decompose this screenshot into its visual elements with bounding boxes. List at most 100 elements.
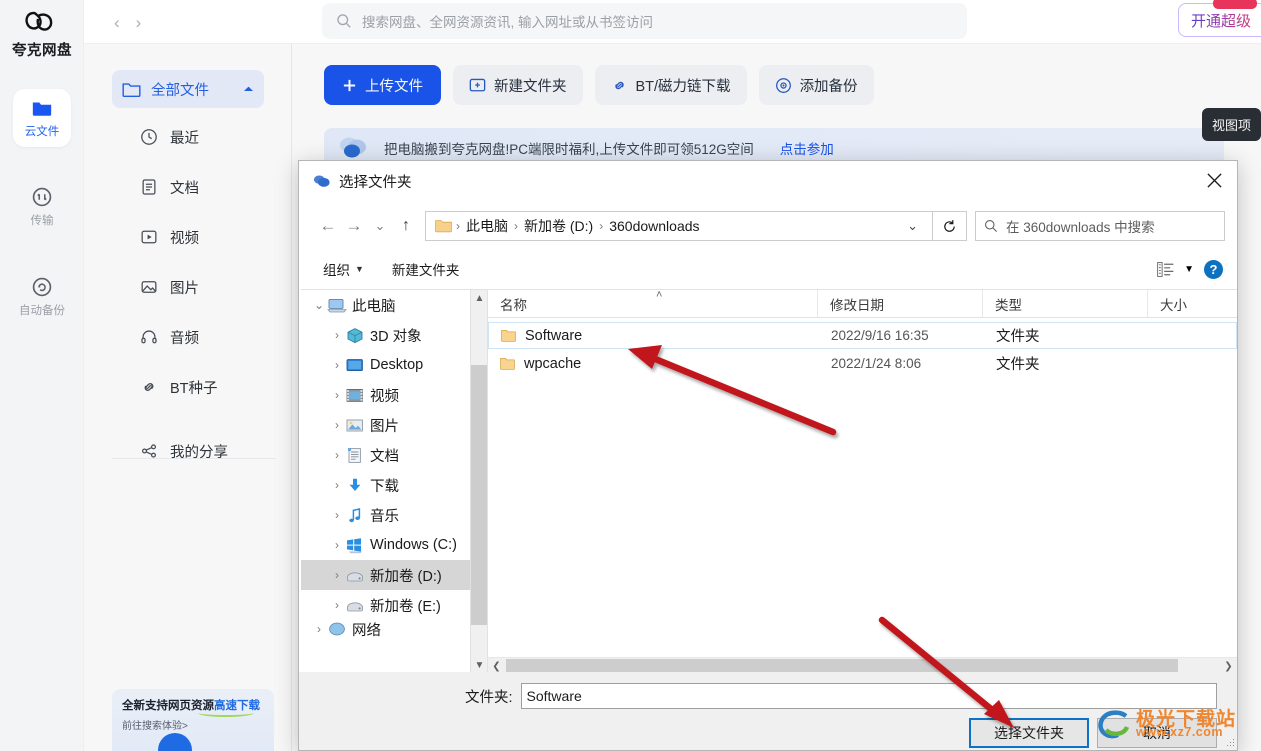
- sidebar-item-label: 我的分享: [170, 444, 228, 461]
- breadcrumb-item-2[interactable]: 360downloads: [604, 218, 704, 234]
- chevron-right-icon[interactable]: ›: [329, 388, 345, 402]
- sidebar-item-my-share[interactable]: 我的分享: [140, 434, 228, 468]
- chevron-right-icon[interactable]: ›: [329, 508, 345, 522]
- drive-icon: [347, 601, 363, 611]
- dialog-search-input[interactable]: 在 360downloads 中搜索: [975, 211, 1225, 241]
- column-header-size[interactable]: 大小: [1148, 290, 1228, 317]
- view-options: ▼ ?: [1157, 259, 1223, 279]
- nav-back-button[interactable]: ←: [315, 213, 341, 239]
- chevron-right-icon[interactable]: ›: [329, 418, 345, 432]
- sidebar-item-all-files[interactable]: 全部文件: [112, 70, 264, 108]
- sidebar-item-label: 最近: [170, 130, 199, 147]
- breadcrumb-item-1[interactable]: 新加卷 (D:): [519, 216, 598, 236]
- close-dialog-button[interactable]: [1191, 161, 1237, 199]
- column-header-modified[interactable]: 修改日期: [818, 290, 983, 317]
- file-type-cell: 文件夹: [996, 329, 1040, 345]
- tree-item[interactable]: › 图片: [301, 410, 487, 440]
- new-folder-button[interactable]: 新建文件夹: [453, 65, 583, 105]
- tree-scrollbar[interactable]: ▲ ▼: [470, 290, 487, 674]
- help-button[interactable]: ?: [1204, 259, 1223, 279]
- tree-item-label: 此电脑: [352, 298, 396, 315]
- view-dropdown-icon[interactable]: ▼: [1184, 264, 1194, 275]
- add-backup-button[interactable]: 添加备份: [758, 65, 874, 105]
- tree-item[interactable]: › Windows (C:): [301, 530, 487, 560]
- promo-card[interactable]: 全新支持网页资源高速下载 前往搜索体验>: [112, 689, 274, 751]
- global-search-input[interactable]: 搜索网盘、全网资源资讯, 输入网址或从书签访问: [322, 3, 967, 39]
- tree-item-label: 视频: [370, 388, 399, 405]
- view-list-icon[interactable]: [1157, 261, 1174, 277]
- nav-forward-button[interactable]: →: [341, 213, 367, 239]
- chevron-right-icon[interactable]: ›: [329, 598, 345, 612]
- chevron-right-icon[interactable]: ›: [311, 622, 327, 636]
- tree-item[interactable]: ⌄ 此电脑: [301, 290, 487, 320]
- dialog-buttons: 选择文件夹 取消: [969, 718, 1217, 748]
- tree-item-label: 文档: [370, 448, 399, 465]
- sidebar-item-video[interactable]: 视频: [140, 220, 199, 254]
- tree-item[interactable]: › 新加卷 (E:): [301, 590, 487, 620]
- sidebar-item-bt-seed[interactable]: BT种子: [140, 370, 218, 404]
- tree-item[interactable]: › 视频: [301, 380, 487, 410]
- column-header-name[interactable]: 名称 ˄: [488, 289, 818, 317]
- nav-recent-button[interactable]: ⌄: [367, 213, 393, 239]
- sidebar-item-image[interactable]: 图片: [140, 270, 199, 304]
- rail-label: 云文件: [24, 126, 60, 138]
- refresh-button[interactable]: [933, 211, 967, 241]
- tree-item[interactable]: › 文档: [301, 440, 487, 470]
- table-row[interactable]: Software 2022/9/16 16:35 文件夹: [488, 322, 1237, 349]
- column-label: 大小: [1160, 297, 1187, 313]
- file-name-cell: wpcache: [488, 356, 819, 372]
- chevron-right-icon[interactable]: ›: [329, 328, 345, 342]
- file-name-cell: Software: [489, 328, 819, 344]
- rail-item-auto-backup[interactable]: 自动备份: [13, 268, 71, 326]
- table-row[interactable]: wpcache 2022/1/24 8:06 文件夹: [488, 350, 1237, 377]
- nav-up-button[interactable]: ↑: [393, 213, 419, 239]
- file-rows: Software 2022/9/16 16:35 文件夹 wpcache 202…: [488, 318, 1237, 674]
- upgrade-vip-button[interactable]: 开通超级: [1177, 0, 1261, 37]
- upload-file-button[interactable]: 上传文件: [324, 65, 441, 105]
- promo-decoration: [158, 733, 192, 751]
- cancel-button[interactable]: 取消: [1097, 718, 1217, 748]
- tree-item-label: 网络: [352, 622, 381, 639]
- select-folder-button[interactable]: 选择文件夹: [969, 718, 1089, 748]
- bt-download-button[interactable]: BT/磁力链下载: [594, 65, 747, 105]
- breadcrumb-dropdown-icon[interactable]: ⌄: [899, 218, 926, 234]
- forward-button[interactable]: ›: [136, 14, 142, 31]
- tree-item[interactable]: › 网络: [301, 620, 487, 638]
- refresh-icon: [944, 219, 955, 232]
- rail-item-transfer[interactable]: 传输: [13, 178, 71, 236]
- scroll-up-button[interactable]: ▲: [471, 290, 487, 307]
- chevron-right-icon[interactable]: ›: [329, 538, 345, 552]
- chevron-up-icon[interactable]: [243, 85, 254, 93]
- sidebar-item-documents[interactable]: 文档: [140, 170, 199, 204]
- tree-item[interactable]: › 音乐: [301, 500, 487, 530]
- tree-item-label: Desktop: [370, 357, 424, 373]
- tree-item[interactable]: › 下载: [301, 470, 487, 500]
- promo-underline: [198, 709, 254, 717]
- upgrade-vip-label: 开通超级: [1191, 10, 1251, 31]
- chevron-down-icon[interactable]: ⌄: [311, 298, 327, 312]
- sidebar-item-recent[interactable]: 最近: [140, 120, 199, 154]
- chevron-right-icon[interactable]: ›: [329, 478, 345, 492]
- select-folder-dialog: 选择文件夹 ← → ⌄ ↑ › 此电脑 › 新加卷 (D:) › 360down…: [298, 160, 1238, 751]
- resize-grip-icon[interactable]: [1222, 735, 1234, 747]
- folder-name-input[interactable]: Software: [520, 683, 1217, 709]
- search-icon: [337, 14, 351, 28]
- tree-item[interactable]: › 3D 对象: [301, 320, 487, 350]
- breadcrumb-bar[interactable]: › 此电脑 › 新加卷 (D:) › 360downloads ⌄: [425, 211, 933, 241]
- tree-item[interactable]: › Desktop: [301, 350, 487, 380]
- rail-item-cloud-files[interactable]: 云文件: [13, 89, 71, 147]
- back-button[interactable]: ‹: [114, 14, 120, 31]
- column-header-type[interactable]: 类型: [983, 290, 1148, 317]
- tree-item-selected[interactable]: › 新加卷 (D:): [301, 560, 487, 590]
- chevron-right-icon[interactable]: ›: [329, 568, 345, 582]
- chevron-right-icon[interactable]: ›: [329, 448, 345, 462]
- breadcrumb-item-0[interactable]: 此电脑: [461, 216, 513, 236]
- organize-menu[interactable]: 组织 ▼: [323, 259, 364, 279]
- bt-download-label: BT/磁力链下载: [635, 78, 731, 95]
- chevron-right-icon[interactable]: ›: [329, 358, 345, 372]
- sidebar-item-audio[interactable]: 音频: [140, 320, 199, 354]
- banner-link[interactable]: 点击参加: [780, 138, 834, 158]
- scroll-thumb[interactable]: [471, 365, 487, 625]
- dialog-new-folder-button[interactable]: 新建文件夹: [392, 259, 460, 279]
- file-modified-cell: 2022/9/16 16:35: [831, 328, 929, 343]
